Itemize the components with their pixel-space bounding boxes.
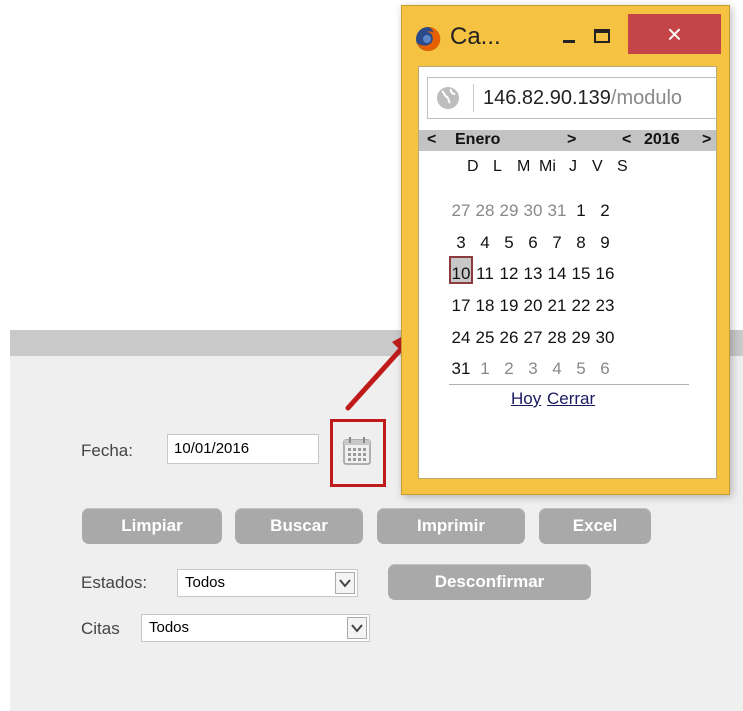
calendar-day[interactable]: 29 [497, 201, 521, 221]
calendar-day[interactable]: 22 [569, 296, 593, 316]
calendar-day[interactable]: 28 [545, 328, 569, 348]
url-text: 146.82.90.139/modulo [483, 87, 682, 110]
calendar-day[interactable]: 18 [473, 296, 497, 316]
year-label: 2016 [644, 131, 680, 148]
calendar-header: < Enero > < 2016 > [419, 130, 716, 151]
weekday-label: L [493, 158, 502, 175]
calendar-day[interactable]: 24 [449, 328, 473, 348]
estados-select[interactable]: Todos [177, 569, 358, 597]
calendar-day[interactable]: 5 [569, 359, 593, 379]
weekday-label: D [467, 158, 479, 175]
calendar-day[interactable]: 21 [545, 296, 569, 316]
calendar-day[interactable]: 20 [521, 296, 545, 316]
globe-icon [437, 87, 459, 109]
calendar-divider [449, 384, 689, 385]
weekday-label: J [569, 158, 577, 175]
buscar-button[interactable]: Buscar [235, 508, 363, 544]
calendar-day[interactable]: 27 [449, 201, 473, 221]
calendar-day[interactable]: 31 [545, 201, 569, 221]
calendar-day[interactable]: 17 [449, 296, 473, 316]
calendar-day[interactable]: 3 [449, 233, 473, 253]
calendar-popup-window: Ca... × 146.82.90.139/modulo < Enero > <… [401, 5, 730, 495]
close-icon: × [666, 19, 683, 49]
citas-select[interactable]: Todos [141, 614, 370, 642]
close-calendar-link[interactable]: Cerrar [547, 389, 595, 409]
calendar-day[interactable]: 30 [593, 328, 617, 348]
calendar-day[interactable]: 11 [473, 264, 497, 284]
calendar-day[interactable]: 26 [497, 328, 521, 348]
calendar-day[interactable]: 1 [473, 359, 497, 379]
calendar-day[interactable]: 10 [449, 264, 473, 284]
calendar-day[interactable]: 14 [545, 264, 569, 284]
calendar-day[interactable]: 7 [545, 233, 569, 253]
imprimir-button[interactable]: Imprimir [377, 508, 525, 544]
citas-select-value: Todos [149, 619, 190, 636]
calendar-day[interactable]: 31 [449, 359, 473, 379]
desconfirmar-button[interactable]: Desconfirmar [388, 564, 591, 600]
calendar-day[interactable]: 8 [569, 233, 593, 253]
calendar-day[interactable]: 4 [545, 359, 569, 379]
calendar-day[interactable]: 27 [521, 328, 545, 348]
popup-titlebar[interactable]: Ca... × [402, 6, 729, 66]
next-year-button[interactable]: > [702, 131, 711, 149]
calendar-day[interactable]: 9 [593, 233, 617, 253]
excel-button[interactable]: Excel [539, 508, 651, 544]
fecha-input[interactable]: 10/01/2016 [167, 434, 319, 464]
calendar-day[interactable]: 12 [497, 264, 521, 284]
calendar-day[interactable]: 15 [569, 264, 593, 284]
calendar-day[interactable]: 2 [593, 201, 617, 221]
estados-label: Estados: [81, 573, 148, 592]
close-button[interactable]: × [628, 14, 721, 54]
weekday-label: S [617, 158, 628, 175]
calendar-day[interactable]: 28 [473, 201, 497, 221]
limpiar-button[interactable]: Limpiar [82, 508, 222, 544]
fecha-label: Fecha: [81, 441, 133, 460]
calendar-day[interactable]: 1 [569, 201, 593, 221]
prev-month-button[interactable]: < [427, 131, 436, 149]
url-path: /modulo [610, 87, 683, 109]
url-bar[interactable]: 146.82.90.139/modulo [427, 77, 716, 119]
month-label: Enero [455, 131, 501, 148]
weekday-label: Mi [539, 158, 556, 175]
calendar-day[interactable]: 16 [593, 264, 617, 284]
chevron-down-icon[interactable] [335, 572, 355, 594]
calendar-day[interactable]: 13 [521, 264, 545, 284]
calendar-day[interactable]: 6 [521, 233, 545, 253]
citas-label: Citas [81, 619, 120, 638]
calendar-day[interactable]: 19 [497, 296, 521, 316]
chevron-down-icon[interactable] [347, 617, 367, 639]
calendar-day[interactable]: 5 [497, 233, 521, 253]
calendar-day[interactable]: 25 [473, 328, 497, 348]
calendar-day[interactable]: 6 [593, 359, 617, 379]
calendar-day[interactable]: 29 [569, 328, 593, 348]
calendar-day[interactable]: 30 [521, 201, 545, 221]
calendar-icon[interactable] [341, 435, 373, 467]
estados-select-value: Todos [185, 574, 226, 591]
popup-content: 146.82.90.139/modulo < Enero > < 2016 > … [418, 66, 717, 479]
url-host: 146.82.90.139 [483, 87, 611, 109]
calendar-day[interactable]: 2 [497, 359, 521, 379]
calendar-day[interactable]: 3 [521, 359, 545, 379]
calendar-day[interactable]: 4 [473, 233, 497, 253]
calendar-day[interactable]: 23 [593, 296, 617, 316]
prev-year-button[interactable]: < [622, 131, 631, 149]
popup-title: Ca... [450, 23, 501, 50]
weekday-label: V [592, 158, 603, 175]
next-month-button[interactable]: > [567, 131, 576, 149]
url-separator [473, 84, 474, 112]
today-link[interactable]: Hoy [511, 389, 541, 409]
weekday-label: M [517, 158, 531, 175]
maximize-button[interactable] [587, 22, 617, 50]
minimize-button[interactable] [554, 26, 584, 50]
firefox-icon [416, 26, 441, 51]
